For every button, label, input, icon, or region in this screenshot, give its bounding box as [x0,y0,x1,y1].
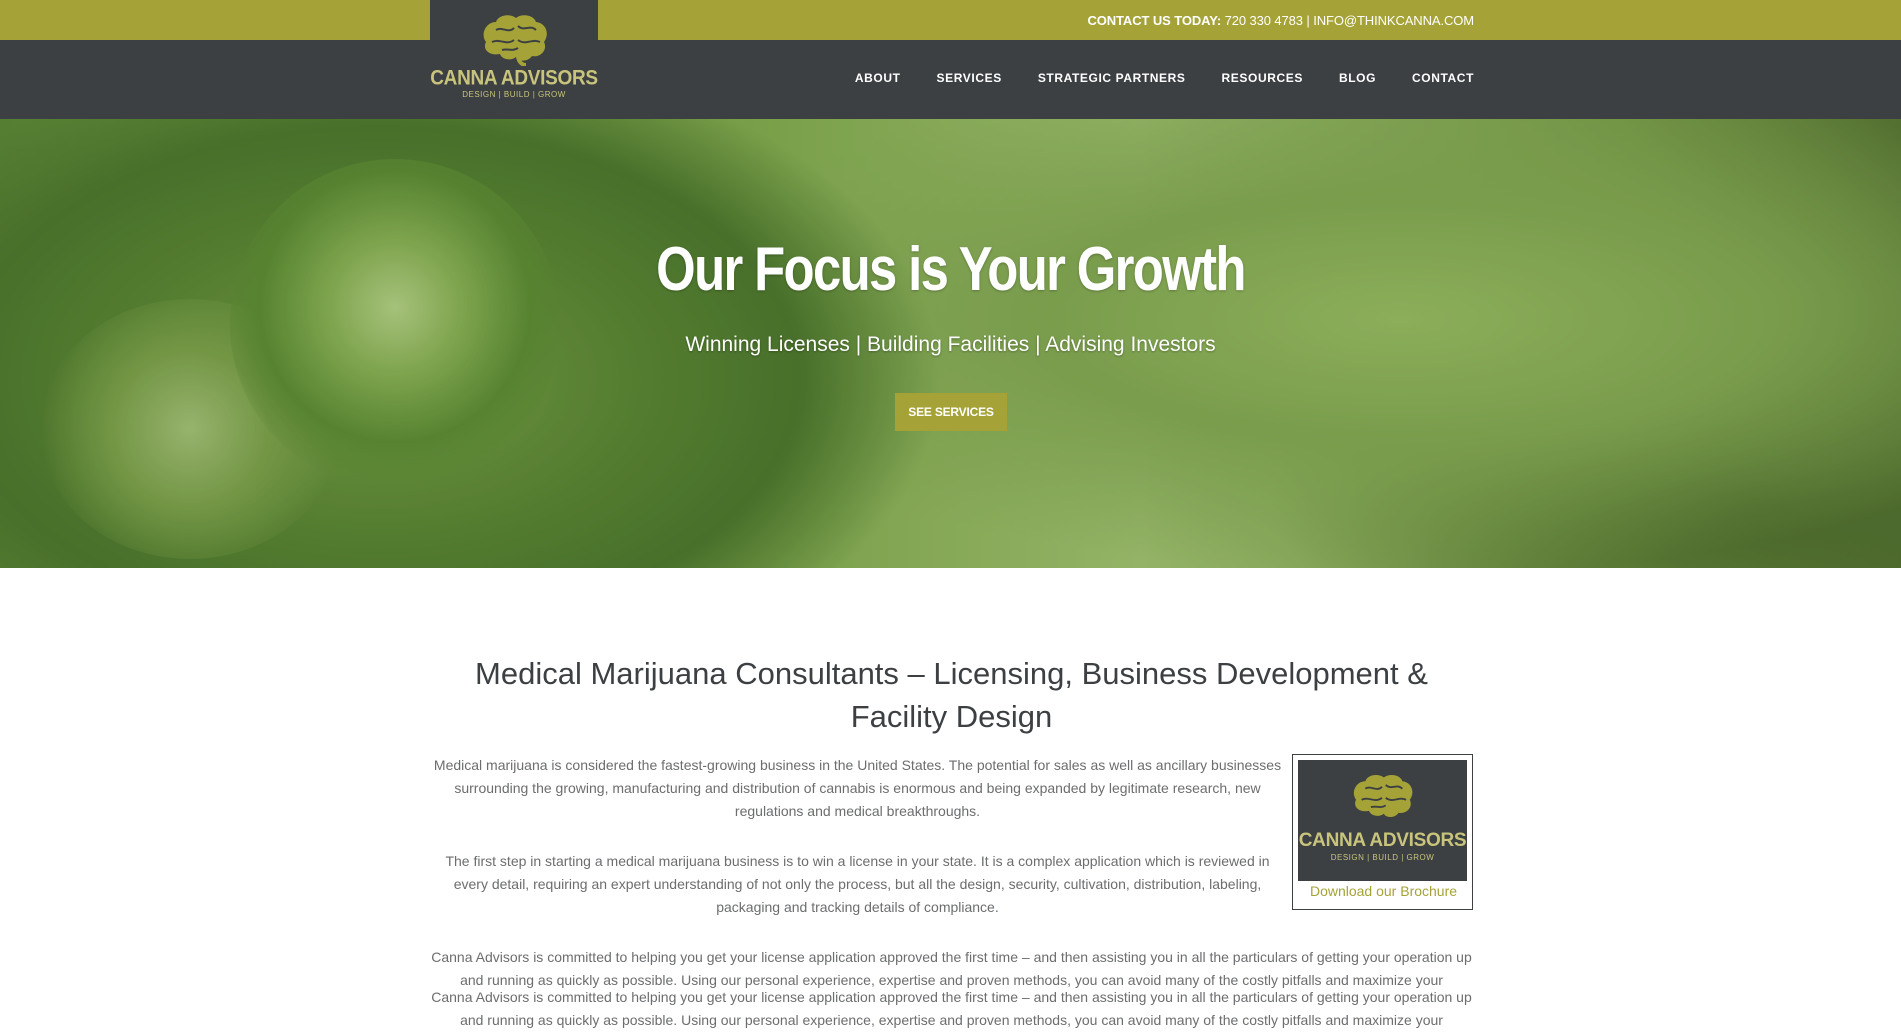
commitment-paragraph-duplicate: Canna Advisors is committed to helping y… [431,989,1472,1028]
nav-item-contact[interactable]: CONTACT [1412,71,1474,85]
main-nav: ABOUT SERVICES STRATEGIC PARTNERS RESOUR… [855,71,1474,85]
contact-info[interactable]: CONTACT US TODAY: 720 330 4783 | INFO@TH… [1087,13,1474,28]
nav-item-strategic-partners[interactable]: STRATEGIC PARTNERS [1038,71,1186,85]
hero-banner: Our Focus is Your Growth Winning License… [0,119,1901,568]
logo-name: CANNA ADVISORS [430,66,598,90]
brochure-logo-tagline: DESIGN | BUILD | GROW [1330,853,1435,862]
main-content: Medical Marijuana Consultants – Licensin… [0,568,1901,1033]
logo-tagline: DESIGN | BUILD | GROW [462,90,566,99]
contact-label: CONTACT US TODAY: [1087,13,1222,28]
intro-paragraph: Medical marijuana is considered the fast… [433,757,1282,819]
brochure-logo-name: CANNA ADVISORS [1298,830,1467,851]
page-heading: Medical Marijuana Consultants – Licensin… [475,656,1428,734]
nav-item-resources[interactable]: RESOURCES [1222,71,1303,85]
brochure-image[interactable]: CANNA ADVISORS DESIGN | BUILD | GROW [1298,760,1467,881]
brain-icon [483,15,547,66]
hero-title: Our Focus is Your Growth [656,235,1246,304]
download-brochure-link[interactable]: Download our Brochure [1293,883,1474,899]
license-paragraph: The first step in starting a medical mar… [445,853,1270,915]
site-logo[interactable]: CANNA ADVISORS DESIGN | BUILD | GROW [430,0,598,119]
brochure-widget[interactable]: CANNA ADVISORS DESIGN | BUILD | GROW Dow… [1292,754,1473,910]
hero-subtitle: Winning Licenses | Building Facilities |… [685,333,1216,356]
nav-item-blog[interactable]: BLOG [1339,71,1376,85]
brain-icon [1353,774,1413,818]
top-contact-bar: CONTACT US TODAY: 720 330 4783 | INFO@TH… [0,0,1901,40]
nav-item-services[interactable]: SERVICES [937,71,1002,85]
main-navbar: ABOUT SERVICES STRATEGIC PARTNERS RESOUR… [0,40,1901,119]
see-services-button[interactable]: SEE SERVICES [895,393,1007,431]
contact-details: 720 330 4783 | INFO@THINKCANNA.COM [1221,13,1475,28]
nav-item-about[interactable]: ABOUT [855,71,901,85]
